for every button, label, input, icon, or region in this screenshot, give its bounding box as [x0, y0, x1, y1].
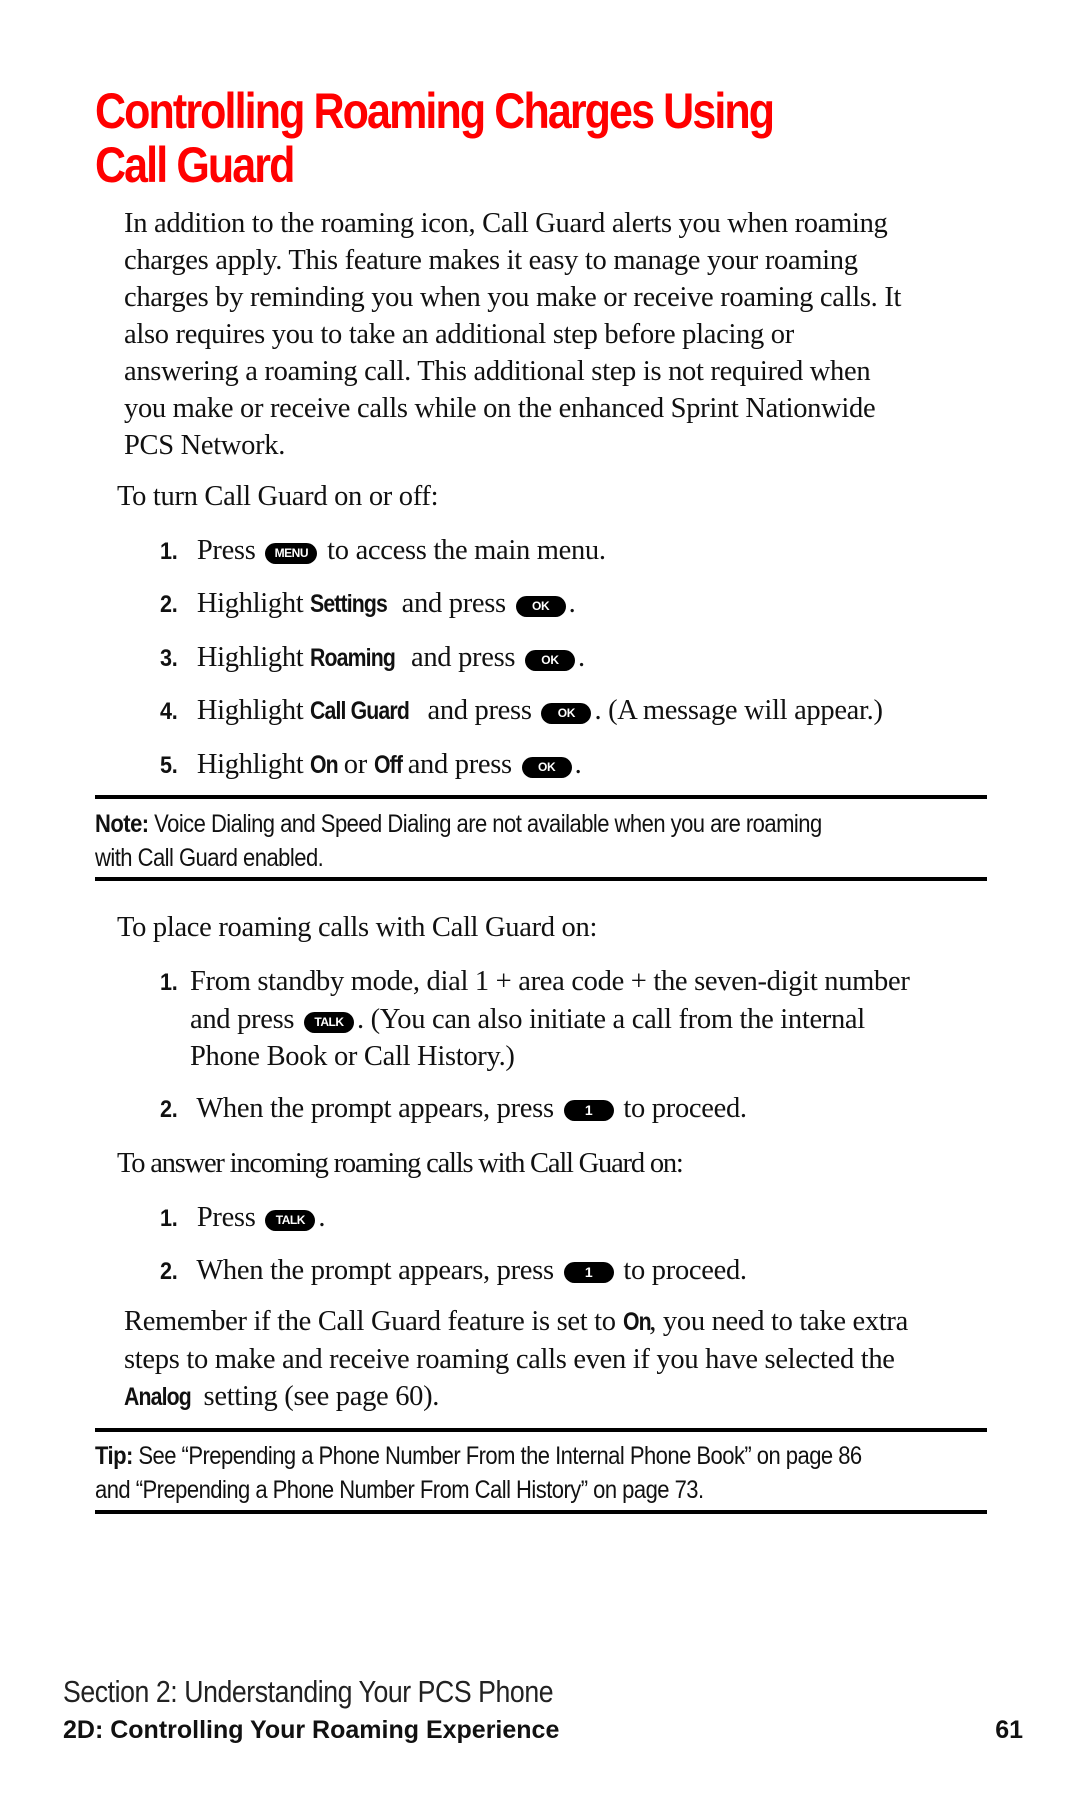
intro-line: also requires you to take an additional …	[124, 319, 794, 350]
step-text: .	[318, 1202, 326, 1233]
step-text: and press	[401, 588, 506, 619]
step-number: 1.	[160, 969, 178, 996]
step-number: 5.	[160, 752, 178, 779]
talk-key-icon: TALK	[303, 1012, 354, 1033]
remember-text: , you need to take extra	[649, 1306, 908, 1337]
option-off: Off	[373, 751, 403, 779]
page-title-line2: Call Guard	[95, 137, 295, 193]
place-step-1: 1. From standby mode, dial 1 + area code …	[160, 963, 910, 1075]
note-text: with Call Guard enabled.	[95, 844, 324, 872]
menu-item-settings: Settings	[310, 590, 388, 618]
step-text: .	[577, 642, 585, 673]
step-number: 1.	[160, 1205, 178, 1232]
turn-step-3: 3. Highlight Roaming and press OK.	[160, 639, 585, 677]
step-text: Highlight	[196, 588, 304, 619]
page-number: 61	[995, 1716, 1023, 1744]
step-text: and press	[407, 749, 512, 780]
step-text: .	[568, 588, 576, 619]
step-text: and press	[427, 695, 532, 726]
note-bottom-divider	[95, 877, 987, 881]
step-text: When the prompt appears, press	[196, 1255, 554, 1286]
step-text: and press	[411, 642, 516, 673]
turn-step-2: 2. Highlight Settings and press OK.	[160, 585, 576, 623]
intro-line: In addition to the roaming icon, Call Gu…	[124, 208, 888, 239]
answer-step-1: 1. Press TALK.	[160, 1199, 325, 1237]
remember-text: setting (see page 60).	[203, 1381, 440, 1412]
step-number: 2.	[160, 591, 178, 618]
step-text: or	[343, 749, 367, 780]
step-text: and press	[190, 1004, 295, 1035]
step-text: Highlight	[196, 642, 304, 673]
menu-item-roaming: Roaming	[310, 644, 396, 672]
step-text: .	[574, 749, 582, 780]
tip-bottom-divider	[95, 1510, 987, 1514]
turn-step-4: 4. Highlight Call Guard and press OK. (A…	[160, 692, 883, 730]
tip-label: Tip:	[95, 1442, 133, 1470]
footer-section-title: Section 2: Understanding Your PCS Phone	[63, 1674, 554, 1709]
footer-chapter-title: 2D: Controlling Your Roaming Experience	[63, 1716, 560, 1744]
setting-analog: Analog	[124, 1383, 192, 1411]
step-text: Phone Book or Call History.)	[190, 1041, 515, 1072]
one-key-icon: 1	[563, 1262, 614, 1283]
step-text: From standby mode, dial 1 + area code + …	[190, 966, 910, 997]
remember-paragraph: Remember if the Call Guard feature is se…	[124, 1303, 908, 1416]
step-text: to access the main menu.	[327, 535, 606, 566]
step-text: . (You can also initiate a call from the…	[356, 1004, 865, 1035]
note-text: Voice Dialing and Speed Dialing are not …	[154, 810, 822, 838]
turn-step-5: 5. Highlight On or Off and press OK.	[160, 746, 582, 784]
tip-text: See “Prepending a Phone Number From the …	[138, 1442, 862, 1470]
tip-box: Tip: See “Prepending a Phone Number From…	[95, 1439, 862, 1507]
step-text: to proceed.	[623, 1093, 747, 1124]
intro-line: charges by reminding you when you make o…	[124, 282, 902, 313]
step-number: 2.	[160, 1096, 178, 1123]
remember-text: Remember if the Call Guard feature is se…	[124, 1306, 616, 1337]
step-text: Highlight	[196, 749, 304, 780]
step-number: 2.	[160, 1258, 178, 1285]
note-box: Note: Voice Dialing and Speed Dialing ar…	[95, 807, 822, 875]
note-label: Note:	[95, 810, 149, 838]
step-number: 4.	[160, 698, 178, 725]
intro-line: charges apply. This feature makes it eas…	[124, 245, 858, 276]
turn-step-1: 1. Press MENU to access the main menu.	[160, 532, 606, 570]
step-text: When the prompt appears, press	[196, 1093, 554, 1124]
one-key-icon: 1	[563, 1100, 614, 1121]
ok-key-icon: OK	[541, 703, 592, 724]
step-text: Press	[196, 535, 256, 566]
page-title-line1: Controlling Roaming Charges Using	[95, 83, 775, 139]
ok-key-icon: OK	[524, 650, 575, 671]
intro-line: answering a roaming call. This additiona…	[124, 356, 871, 387]
place-calls-heading: To place roaming calls with Call Guard o…	[117, 912, 598, 943]
option-on: On	[310, 751, 339, 779]
tip-text: and “Prepending a Phone Number From Call…	[95, 1476, 704, 1504]
answer-step-2: 2. When the prompt appears, press 1 to p…	[160, 1252, 747, 1290]
note-top-divider	[95, 795, 987, 799]
ok-key-icon: OK	[521, 757, 572, 778]
step-text: Highlight	[196, 695, 304, 726]
step-number: 1.	[160, 538, 178, 565]
turn-on-off-heading: To turn Call Guard on or off:	[117, 481, 439, 512]
step-text: to proceed.	[623, 1255, 747, 1286]
intro-line: you make or receive calls while on the e…	[124, 393, 876, 424]
step-text: . (A message will appear.)	[594, 695, 883, 726]
step-number: 3.	[160, 645, 178, 672]
menu-key-icon: MENU	[265, 543, 318, 564]
intro-paragraph: In addition to the roaming icon, Call Gu…	[124, 205, 901, 464]
setting-on: On	[622, 1308, 652, 1336]
intro-line: PCS Network.	[124, 430, 286, 461]
tip-top-divider	[95, 1428, 987, 1432]
remember-text: steps to make and receive roaming calls …	[124, 1344, 895, 1375]
menu-item-call-guard: Call Guard	[310, 697, 410, 725]
step-text: Press	[196, 1202, 256, 1233]
talk-key-icon: TALK	[265, 1210, 316, 1231]
answer-calls-heading: To answer incoming roaming calls with Ca…	[117, 1148, 684, 1179]
ok-key-icon: OK	[515, 596, 566, 617]
place-step-2: 2. When the prompt appears, press 1 to p…	[160, 1090, 747, 1128]
